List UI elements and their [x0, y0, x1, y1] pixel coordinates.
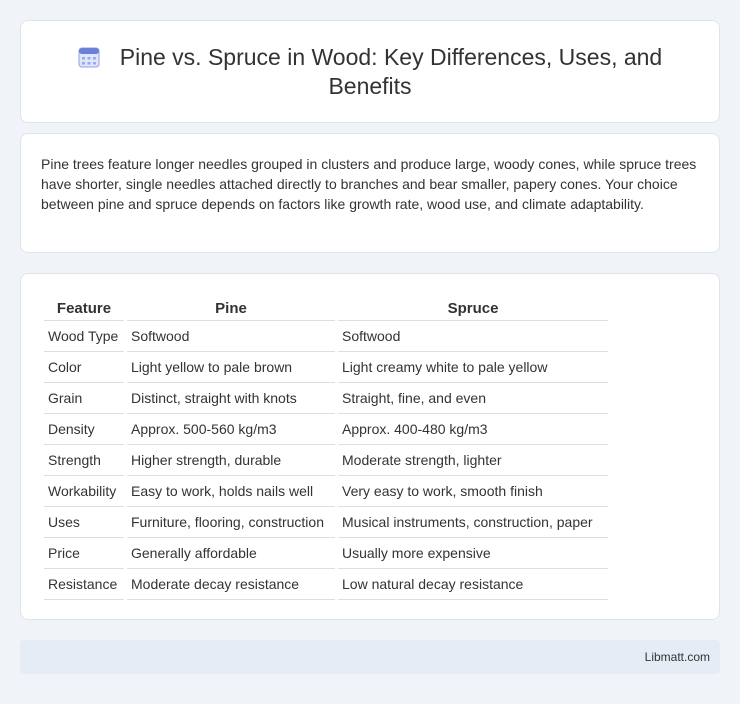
cell-pine: Easy to work, holds nails well: [127, 476, 335, 507]
title-wrap: Pine vs. Spruce in Wood: Key Differences…: [21, 43, 719, 101]
cell-feature: Price: [44, 538, 124, 569]
cell-spruce: Low natural decay resistance: [338, 569, 608, 600]
page-title-text: Pine vs. Spruce in Wood: Key Differences…: [119, 44, 663, 99]
cell-pine: Softwood: [127, 321, 335, 352]
table-row: Workability Easy to work, holds nails we…: [44, 476, 608, 507]
comparison-table: Feature Pine Spruce Wood Type Softwood S…: [41, 294, 611, 600]
cell-pine: Moderate decay resistance: [127, 569, 335, 600]
table-row: Strength Higher strength, durable Modera…: [44, 445, 608, 476]
cell-feature: Uses: [44, 507, 124, 538]
cell-feature: Grain: [44, 383, 124, 414]
footer: Libmatt.com: [20, 640, 720, 674]
table-row: Wood Type Softwood Softwood: [44, 321, 608, 352]
page-title: Pine vs. Spruce in Wood: Key Differences…: [61, 43, 679, 101]
table-header-row: Feature Pine Spruce: [44, 294, 608, 321]
footer-site-link[interactable]: Libmatt.com: [645, 650, 710, 664]
table-row: Price Generally affordable Usually more …: [44, 538, 608, 569]
table-card: Feature Pine Spruce Wood Type Softwood S…: [20, 273, 720, 620]
cell-spruce: Approx. 400-480 kg/m3: [338, 414, 608, 445]
cell-feature: Resistance: [44, 569, 124, 600]
cell-feature: Workability: [44, 476, 124, 507]
table-row: Uses Furniture, flooring, construction M…: [44, 507, 608, 538]
header-spruce: Spruce: [338, 294, 608, 321]
cell-spruce: Usually more expensive: [338, 538, 608, 569]
cell-spruce: Softwood: [338, 321, 608, 352]
cell-pine: Generally affordable: [127, 538, 335, 569]
cell-feature: Wood Type: [44, 321, 124, 352]
table-row: Color Light yellow to pale brown Light c…: [44, 352, 608, 383]
cell-spruce: Moderate strength, lighter: [338, 445, 608, 476]
cell-pine: Furniture, flooring, construction: [127, 507, 335, 538]
cell-spruce: Straight, fine, and even: [338, 383, 608, 414]
table-row: Density Approx. 500-560 kg/m3 Approx. 40…: [44, 414, 608, 445]
table-row: Resistance Moderate decay resistance Low…: [44, 569, 608, 600]
cell-feature: Density: [44, 414, 124, 445]
cell-spruce: Musical instruments, construction, paper: [338, 507, 608, 538]
header-pine: Pine: [127, 294, 335, 321]
cell-pine: Light yellow to pale brown: [127, 352, 335, 383]
cell-feature: Color: [44, 352, 124, 383]
cell-spruce: Very easy to work, smooth finish: [338, 476, 608, 507]
calendar-icon: [78, 47, 100, 68]
cell-pine: Higher strength, durable: [127, 445, 335, 476]
header-card: Pine vs. Spruce in Wood: Key Differences…: [20, 20, 720, 123]
cell-pine: Approx. 500-560 kg/m3: [127, 414, 335, 445]
table-row: Grain Distinct, straight with knots Stra…: [44, 383, 608, 414]
header-feature: Feature: [44, 294, 124, 321]
summary-card: Pine trees feature longer needles groupe…: [20, 133, 720, 253]
cell-spruce: Light creamy white to pale yellow: [338, 352, 608, 383]
cell-feature: Strength: [44, 445, 124, 476]
summary-text: Pine trees feature longer needles groupe…: [41, 156, 697, 212]
cell-pine: Distinct, straight with knots: [127, 383, 335, 414]
